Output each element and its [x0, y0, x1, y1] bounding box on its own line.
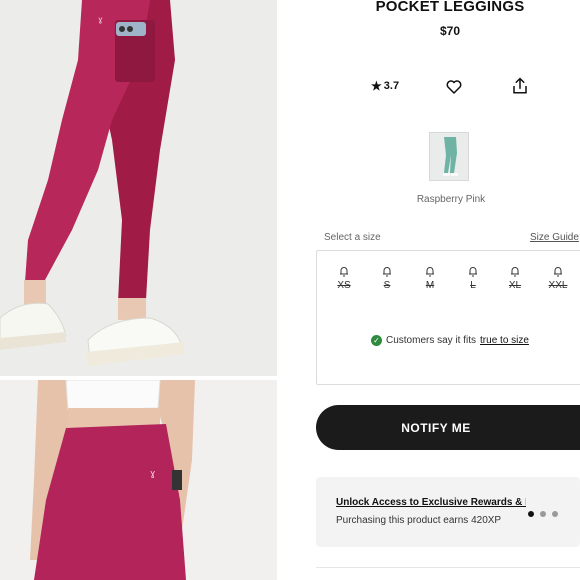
rating[interactable]: ★ 3.7 [371, 79, 399, 93]
bell-icon [511, 267, 519, 277]
color-name: Raspberry Pink [416, 194, 486, 205]
fit-feedback: ✓ Customers say it fits true to size [371, 335, 529, 346]
size-option-s[interactable]: S [372, 266, 402, 291]
fit-text: Customers say it fits [386, 335, 477, 346]
svg-text:ɣ: ɣ [98, 15, 103, 24]
rating-value: 3.7 [383, 80, 400, 92]
size-label: L [470, 280, 476, 291]
svg-text:ɣ: ɣ [150, 469, 155, 479]
heart-icon[interactable] [445, 78, 463, 96]
size-label: XL [508, 280, 522, 291]
carousel-dots [528, 511, 558, 517]
size-option-l[interactable]: L [458, 266, 488, 291]
fit-link[interactable]: true to size [480, 335, 529, 346]
carousel-dot[interactable] [528, 511, 534, 517]
product-photo-legs[interactable]: ɣ [0, 0, 277, 376]
size-label: XS [337, 280, 351, 291]
divider [316, 567, 580, 568]
bell-icon [340, 267, 348, 277]
color-swatch[interactable] [429, 132, 469, 181]
size-option-xl[interactable]: XL [500, 266, 530, 291]
product-price: $70 [439, 24, 461, 38]
bell-icon [426, 267, 434, 277]
size-options: XS S M L XL XXL [317, 266, 580, 300]
carousel-dot[interactable] [552, 511, 558, 517]
product-actions: ★ 3.7 [277, 76, 580, 98]
bell-icon [469, 267, 477, 277]
size-selector: XS S M L XL XXL ✓ Customers say it fits … [316, 250, 580, 385]
size-option-xs[interactable]: XS [329, 266, 359, 291]
product-title: POCKET LEGGINGS [375, 0, 525, 15]
bell-icon [554, 267, 562, 277]
rewards-title[interactable]: Unlock Access to Exclusive Rewards & B..… [336, 497, 526, 508]
size-option-m[interactable]: M [415, 266, 445, 291]
size-select-label: Select a size [324, 232, 381, 243]
size-label: S [383, 280, 391, 291]
size-label: XXL [548, 280, 568, 291]
product-gallery: ɣ ɣ [0, 0, 277, 580]
rewards-subtitle: Purchasing this product earns 420XP [336, 515, 502, 526]
size-label: M [425, 280, 435, 291]
product-photo-torso[interactable]: ɣ [0, 380, 277, 580]
rewards-banner[interactable]: Unlock Access to Exclusive Rewards & B..… [316, 477, 580, 547]
carousel-dot[interactable] [540, 511, 546, 517]
size-option-xxl[interactable]: XXL [543, 266, 573, 291]
check-circle-icon: ✓ [371, 335, 382, 346]
share-icon[interactable] [511, 76, 529, 96]
size-guide-link[interactable]: Size Guide [530, 232, 579, 243]
star-icon: ★ [371, 79, 382, 93]
bell-icon [383, 267, 391, 277]
notify-me-button[interactable]: NOTIFY ME [316, 405, 580, 450]
product-info-panel: POCKET LEGGINGS $70 ★ 3.7 Raspberry Pink… [277, 0, 580, 580]
